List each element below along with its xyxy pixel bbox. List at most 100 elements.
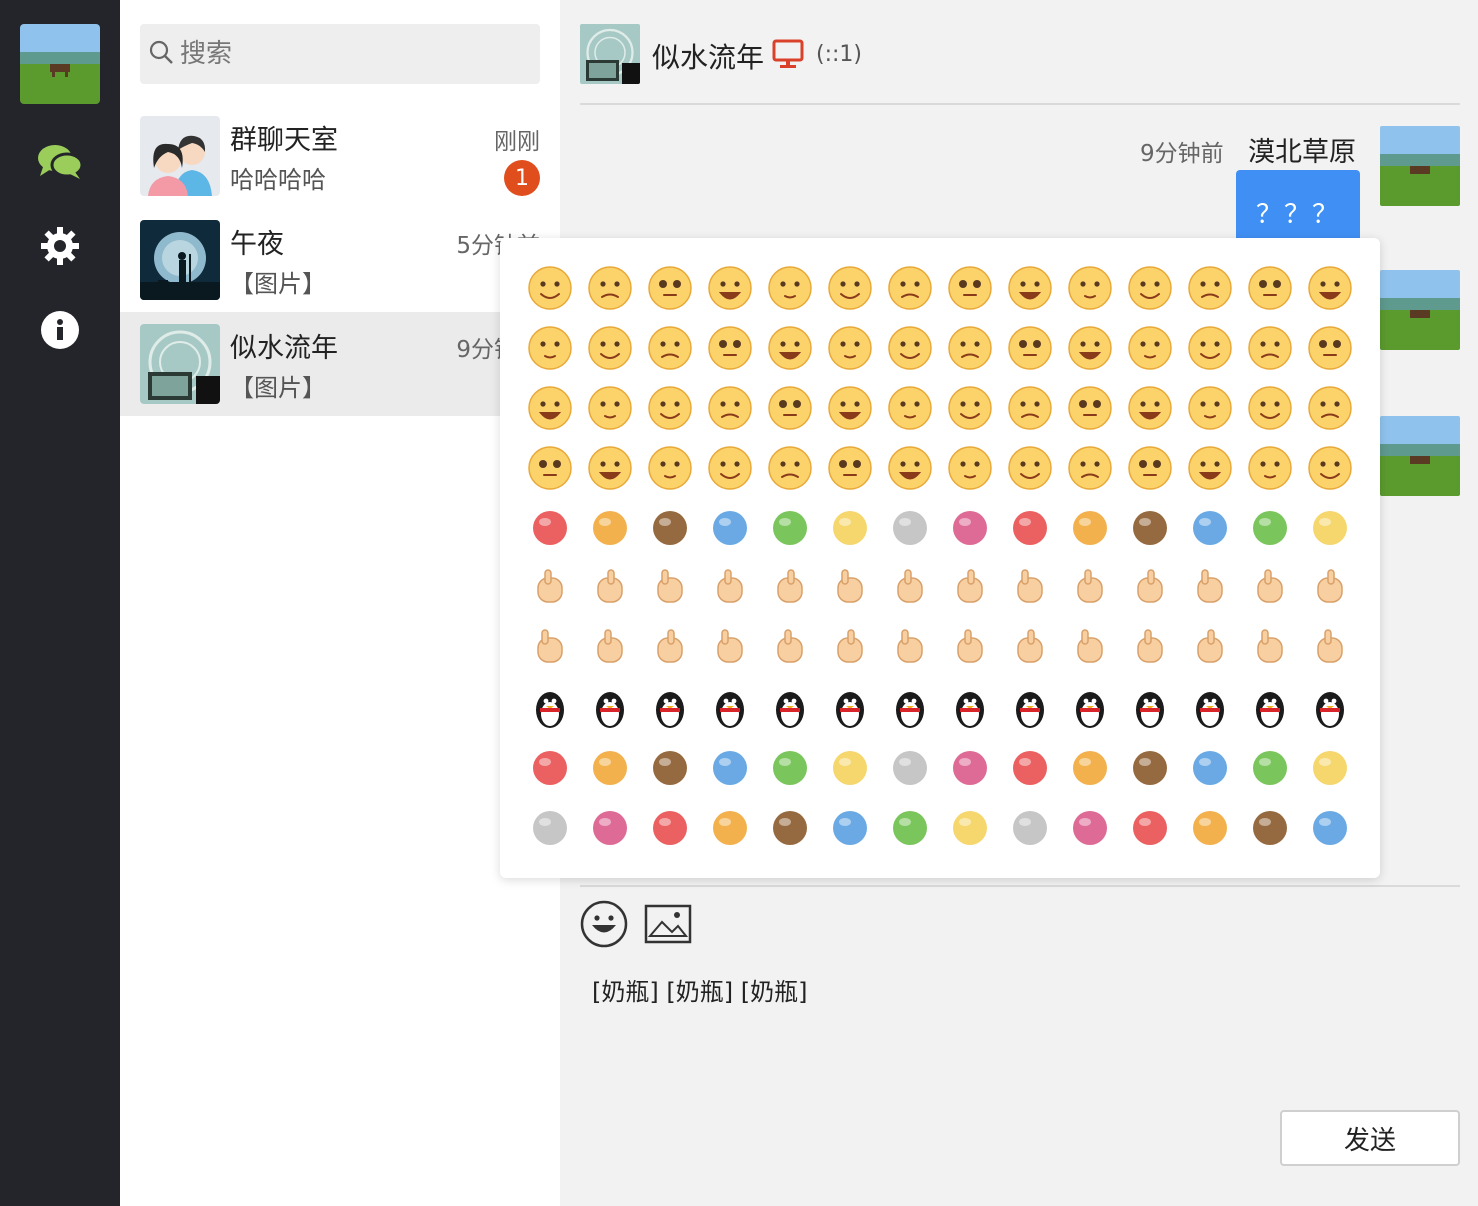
emoji-mouth-taped[interactable]: [940, 258, 1000, 318]
emoji-bullet-train[interactable]: [1240, 618, 1300, 678]
emoji-come-here[interactable]: [1300, 558, 1360, 618]
emoji-penguin-love[interactable]: [880, 618, 940, 678]
emoji-peek[interactable]: [1120, 378, 1180, 438]
conversation-item[interactable]: 群聊天室 哈哈哈哈 刚刚 1: [120, 104, 560, 208]
emoji-ring[interactable]: [820, 798, 880, 858]
emoji-lips[interactable]: [880, 738, 940, 798]
search-box[interactable]: [140, 24, 540, 84]
emoji-gift[interactable]: [880, 558, 940, 618]
emoji-cool-dark[interactable]: [640, 318, 700, 378]
emoji-wilted-rose[interactable]: [1000, 498, 1060, 558]
my-avatar[interactable]: [20, 24, 100, 104]
emoji-alarm-clock[interactable]: [1000, 738, 1060, 798]
emoji-scared[interactable]: [700, 258, 760, 318]
emoji-dizzy[interactable]: [880, 378, 940, 438]
emoji-puke[interactable]: [520, 438, 580, 498]
chat-nav-button[interactable]: [36, 140, 84, 188]
emoji-coffee[interactable]: [760, 498, 820, 558]
emoji-headband[interactable]: [640, 378, 700, 438]
emoji-firecracker[interactable]: [1180, 798, 1240, 858]
emoji-moon[interactable]: [760, 558, 820, 618]
emoji-car[interactable]: [1240, 738, 1300, 798]
sender-avatar[interactable]: [1380, 126, 1460, 206]
emoji-penguin-bow[interactable]: [580, 678, 640, 738]
emoji-picker-button[interactable]: [580, 900, 628, 948]
emoji-sad-tears[interactable]: [1060, 258, 1120, 318]
emoji-penguin-run[interactable]: [1240, 678, 1300, 738]
emoji-staring[interactable]: [580, 438, 640, 498]
search-input[interactable]: [180, 39, 520, 69]
emoji-penguin-dance[interactable]: [700, 678, 760, 738]
emoji-umbrella[interactable]: [1060, 618, 1120, 678]
emoji-big-grin[interactable]: [640, 438, 700, 498]
emoji-envelope[interactable]: [1300, 738, 1360, 798]
emoji-noodles[interactable]: [1180, 738, 1240, 798]
emoji-shush[interactable]: [820, 378, 880, 438]
emoji-basketball[interactable]: [640, 498, 700, 558]
emoji-thinking[interactable]: [1180, 378, 1240, 438]
emoji-pinwheel[interactable]: [520, 798, 580, 858]
emoji-anger-mark[interactable]: [1300, 678, 1360, 738]
emoji-thumbs-down[interactable]: [1060, 558, 1120, 618]
emoji-sleeping[interactable]: [1000, 258, 1060, 318]
emoji-rice-bowl[interactable]: [820, 498, 880, 558]
conversation-item[interactable]: 午夜 【图片】 5分钟前: [120, 208, 560, 312]
emoji-yawn[interactable]: [1300, 378, 1360, 438]
conversation-item-active[interactable]: 似水流年 【图片】 9分钟前: [120, 312, 560, 416]
emoji-party-popper[interactable]: [1000, 798, 1060, 858]
emoji-ping-pong[interactable]: [700, 498, 760, 558]
emoji-side-eye[interactable]: [700, 438, 760, 498]
emoji-hug[interactable]: [940, 558, 1000, 618]
emoji-sun[interactable]: [820, 558, 880, 618]
emoji-penguin-sweat[interactable]: [1180, 678, 1240, 738]
emoji-mahjong-fa[interactable]: [940, 618, 1000, 678]
emoji-wondering[interactable]: [1000, 318, 1060, 378]
emoji-broken-heart[interactable]: [1120, 498, 1180, 558]
emoji-fist[interactable]: [520, 618, 580, 678]
emoji-sly[interactable]: [1060, 438, 1120, 498]
emoji-fury[interactable]: [1240, 258, 1300, 318]
sender-avatar[interactable]: [1380, 416, 1460, 496]
emoji-question[interactable]: [760, 378, 820, 438]
emoji-pout[interactable]: [1240, 438, 1300, 498]
emoji-laugh[interactable]: [520, 378, 580, 438]
emoji-cloud[interactable]: [1120, 798, 1180, 858]
emoji-ladybug[interactable]: [640, 558, 700, 618]
emoji-airplane[interactable]: [1240, 798, 1300, 858]
emoji-rain-cloud[interactable]: [940, 738, 1000, 798]
emoji-double-happiness[interactable]: [1060, 738, 1120, 798]
emoji-lightning[interactable]: [1240, 498, 1300, 558]
emoji-watermelon[interactable]: [520, 498, 580, 558]
emoji-surprised[interactable]: [520, 318, 580, 378]
emoji-frown[interactable]: [580, 318, 640, 378]
emoji-bomb-face[interactable]: [1000, 378, 1060, 438]
emoji-astonished[interactable]: [700, 378, 760, 438]
emoji-heart-eyes[interactable]: [640, 258, 700, 318]
emoji-revolver[interactable]: [700, 738, 760, 798]
emoji-light-bulb[interactable]: [760, 738, 820, 798]
emoji-heart[interactable]: [1060, 498, 1120, 558]
emoji-soccer[interactable]: [580, 558, 640, 618]
emoji-frustrated[interactable]: [880, 438, 940, 498]
emoji-cool-sunglasses[interactable]: [760, 258, 820, 318]
emoji-penguin-jump[interactable]: [760, 678, 820, 738]
emoji-shopping-bag[interactable]: [1060, 798, 1120, 858]
emoji-whatever[interactable]: [1180, 318, 1240, 378]
emoji-balloon[interactable]: [1300, 798, 1360, 858]
emoji-sobbing[interactable]: [1000, 438, 1060, 498]
emoji-sofa[interactable]: [520, 738, 580, 798]
emoji-suffering[interactable]: [940, 378, 1000, 438]
emoji-kiss[interactable]: [1120, 438, 1180, 498]
emoji-coin-shuai[interactable]: [1000, 618, 1060, 678]
emoji-penguin-hat[interactable]: [1120, 678, 1180, 738]
emoji-penguin-sit[interactable]: [880, 678, 940, 738]
emoji-annoyed[interactable]: [760, 318, 820, 378]
emoji-worried[interactable]: [940, 438, 1000, 498]
send-button[interactable]: 发送: [1280, 1110, 1460, 1166]
emoji-penguin-walk[interactable]: [1000, 678, 1060, 738]
emoji-toilet-paper[interactable]: [1300, 618, 1360, 678]
emoji-victory[interactable]: [1180, 558, 1240, 618]
emoji-lollipop[interactable]: [1120, 738, 1180, 798]
emoji-sob[interactable]: [820, 318, 880, 378]
emoji-penguin-look[interactable]: [1060, 678, 1120, 738]
